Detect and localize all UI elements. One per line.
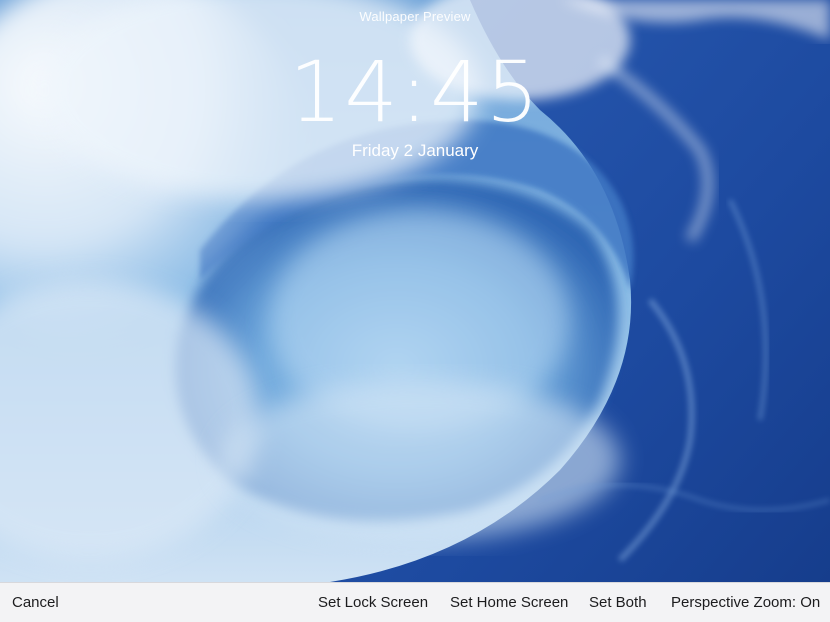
wallpaper-toolbar: Cancel Set Lock Screen Set Home Screen S…	[0, 582, 830, 622]
wallpaper-preview-screen: Wallpaper Preview 14:45 Friday 2 January…	[0, 0, 830, 622]
lock-screen-clock: 14:45	[288, 43, 542, 141]
cancel-button[interactable]: Cancel	[12, 583, 59, 622]
perspective-zoom-toggle[interactable]: Perspective Zoom: On	[671, 583, 820, 622]
set-home-screen-button[interactable]: Set Home Screen	[450, 583, 568, 622]
set-lock-screen-button[interactable]: Set Lock Screen	[318, 583, 428, 622]
set-both-button[interactable]: Set Both	[589, 583, 647, 622]
preview-title: Wallpaper Preview	[359, 9, 471, 24]
lock-screen-date: Friday 2 January	[351, 141, 479, 160]
